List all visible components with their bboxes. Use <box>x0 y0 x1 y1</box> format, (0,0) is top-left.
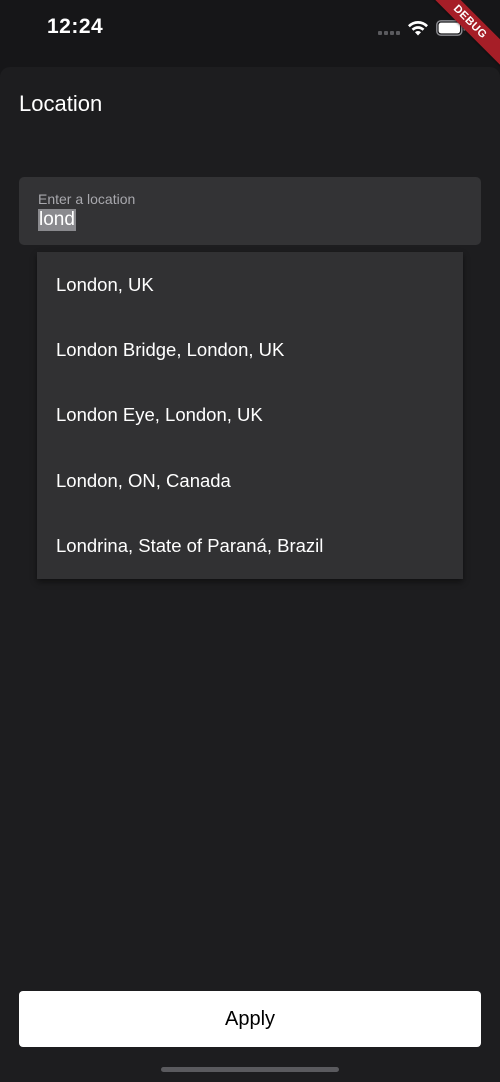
home-indicator <box>161 1067 339 1072</box>
suggestion-item[interactable]: London Eye, London, UK <box>37 383 463 448</box>
signal-dots-icon <box>378 31 400 35</box>
location-input[interactable]: Enter a location lond <box>19 177 481 245</box>
suggestions-dropdown: London, UK London Bridge, London, UK Lon… <box>37 252 463 579</box>
status-bar: 12:24 DEBUG <box>0 0 500 71</box>
page-title: Location <box>19 91 103 116</box>
status-time: 12:24 <box>47 15 104 38</box>
suggestion-item[interactable]: London, ON, Canada <box>37 448 463 513</box>
location-input-value[interactable]: lond <box>38 209 76 231</box>
location-sheet: Location Enter a location lond London, U… <box>0 67 500 1082</box>
suggestion-item[interactable]: Londrina, State of Paraná, Brazil <box>37 514 463 579</box>
apply-button[interactable]: Apply <box>19 991 481 1047</box>
wifi-icon <box>408 20 428 36</box>
suggestion-item[interactable]: London, UK <box>37 252 463 317</box>
suggestion-item[interactable]: London Bridge, London, UK <box>37 317 463 382</box>
app-screen: 12:24 DEBUG Location Enter a location lo… <box>0 0 500 1082</box>
location-input-label: Enter a location <box>38 191 136 207</box>
